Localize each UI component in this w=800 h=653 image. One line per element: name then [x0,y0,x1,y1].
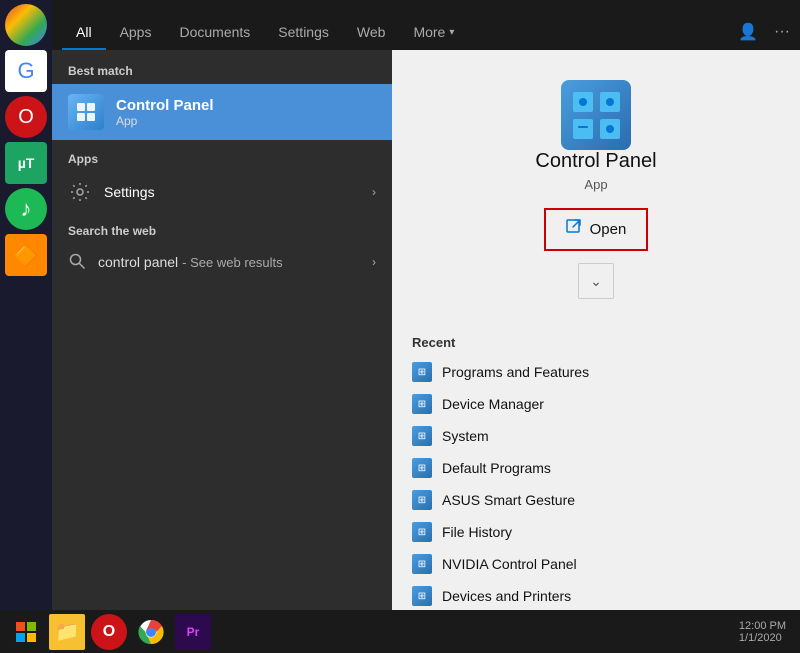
app-detail-top: Control Panel App Open [392,50,800,327]
open-button[interactable]: Open [548,212,645,247]
recent-icon-5: ⊞ [412,522,432,542]
settings-chevron-icon: › [372,185,376,199]
recent-item-4[interactable]: ⊞ ASUS Smart Gesture [412,484,780,516]
recent-section: Recent ⊞ Programs and Features ⊞ Device … [392,327,800,620]
recent-item-1[interactable]: ⊞ Device Manager [412,388,780,420]
desktop-icon-spotify[interactable]: ♪ [5,188,47,230]
control-panel-small-icon [68,94,104,130]
ellipsis-icon[interactable]: ··· [774,23,790,41]
search-small-icon [68,252,88,272]
web-search-item[interactable]: control panel - See web results › [52,242,392,282]
taskbar-clock: 12:00 PM 1/1/2020 [739,620,794,644]
web-link-text: - See web results [182,255,282,270]
person-icon[interactable]: 👤 [738,22,758,42]
desktop-icon-opera[interactable]: O [5,96,47,138]
web-chevron-icon: › [372,255,376,269]
tab-apps[interactable]: Apps [106,16,166,50]
recent-icon-4: ⊞ [412,490,432,510]
settings-app-item[interactable]: Settings › [52,170,392,214]
recent-icon-0: ⊞ [412,362,432,382]
apps-label: Apps [52,140,392,170]
best-match-subtitle: App [116,114,214,128]
open-label: Open [590,221,627,238]
recent-item-2[interactable]: ⊞ System [412,420,780,452]
app-big-title: Control Panel [535,150,656,173]
tab-settings[interactable]: Settings [264,16,343,50]
start-menu: All Apps Documents Settings Web More ▾ 👤… [52,0,800,610]
main-content: Best match Control Panel App [52,50,800,610]
chevron-down-icon: ⌄ [590,273,602,290]
taskbar-file-explorer[interactable]: 📁 [49,614,85,650]
taskbar-date: 1/1/2020 [739,632,786,644]
web-label: Search the web [52,214,392,242]
nav-right-icons: 👤 ··· [738,22,790,50]
recent-item-6[interactable]: ⊞ NVIDIA Control Panel [412,548,780,580]
start-button[interactable] [6,612,46,652]
desktop-icon-vlc[interactable]: 🔶 [5,234,47,276]
best-match-item[interactable]: Control Panel App [52,84,392,140]
open-icon [566,219,582,240]
recent-item-0[interactable]: ⊞ Programs and Features [412,356,780,388]
taskbar-opera[interactable]: O [91,614,127,650]
left-panel: Best match Control Panel App [52,50,392,610]
control-panel-big-icon [561,80,631,150]
expand-button[interactable]: ⌄ [578,263,614,299]
desktop-icon-google[interactable]: G [5,50,47,92]
recent-item-5[interactable]: ⊞ File History [412,516,780,548]
best-match-label: Best match [52,50,392,84]
desktop-sidebar: G O µT ♪ 🔶 [0,0,52,610]
nav-bar: All Apps Documents Settings Web More ▾ 👤… [52,0,800,50]
taskbar-chrome[interactable] [133,614,169,650]
recent-icon-3: ⊞ [412,458,432,478]
more-chevron-icon: ▾ [449,27,454,38]
desktop-icon-utorrent[interactable]: µT [5,142,47,184]
right-panel: Control Panel App Open [392,50,800,610]
taskbar-time: 12:00 PM [739,620,786,632]
recent-item-3[interactable]: ⊞ Default Programs [412,452,780,484]
web-query-text: control panel [98,254,178,270]
settings-icon [68,180,92,204]
app-big-subtitle: App [584,177,607,192]
best-match-text: Control Panel App [116,97,214,128]
recent-item-7[interactable]: ⊞ Devices and Printers [412,580,780,612]
recent-icon-6: ⊞ [412,554,432,574]
recent-icon-7: ⊞ [412,586,432,606]
recent-icon-1: ⊞ [412,394,432,414]
recent-title: Recent [412,335,780,350]
taskbar-premiere[interactable]: Pr [175,614,211,650]
tab-all[interactable]: All [62,16,106,50]
tab-more[interactable]: More ▾ [399,16,468,50]
settings-label: Settings [104,184,155,200]
tab-documents[interactable]: Documents [165,16,264,50]
best-match-title: Control Panel [116,97,214,114]
desktop-icon-chrome[interactable] [5,4,47,46]
tab-web[interactable]: Web [343,16,400,50]
open-button-wrapper: Open [544,208,649,251]
recent-icon-2: ⊞ [412,426,432,446]
taskbar: 📁 O Pr 12:00 PM 1/1/2020 [0,610,800,653]
